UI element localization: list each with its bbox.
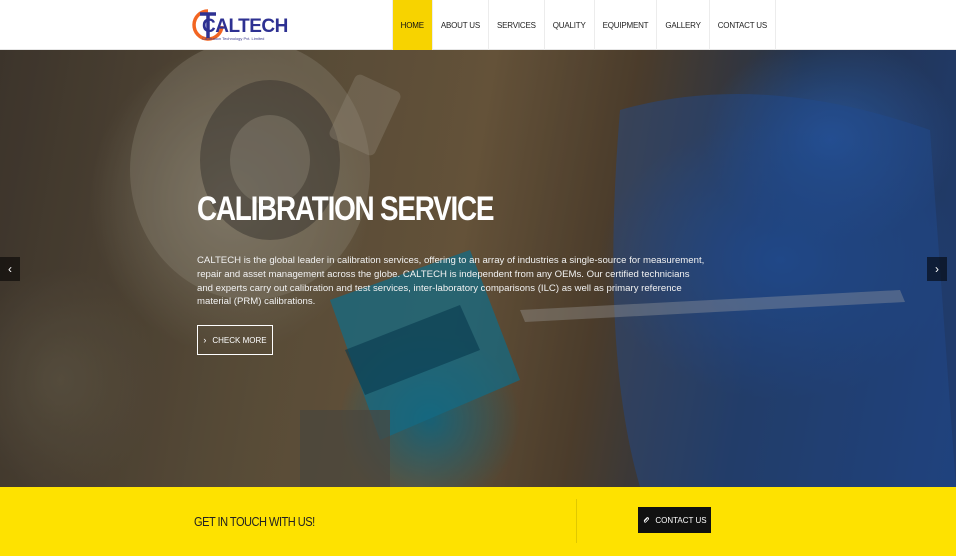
check-more-button[interactable]: › CHECK MORE <box>197 325 273 355</box>
hero-slider: CALIBRATION SERVICE CALTECH is the globa… <box>0 50 956 487</box>
main-nav: HOME ABOUT US SERVICES QUALITY EQUIPMENT… <box>391 0 776 50</box>
hero-description: CALTECH is the global leader in calibrat… <box>197 255 705 308</box>
site-header: CALTECH Calibration Technology Pvt. Limi… <box>0 0 956 50</box>
nav-item-gallery[interactable]: GALLERY <box>656 0 708 50</box>
nav-item-quality[interactable]: QUALITY <box>543 0 594 50</box>
nav-item-contact-us[interactable]: CONTACT US <box>708 0 776 50</box>
contact-us-button[interactable]: CONTACT US <box>638 507 711 533</box>
cta-divider <box>576 499 577 543</box>
check-more-label: CHECK MORE <box>212 335 267 345</box>
chevron-right-icon: › <box>935 262 939 276</box>
chevron-left-icon: ‹ <box>8 262 12 276</box>
cta-heading: GET IN TOUCH WITH US! <box>194 514 315 529</box>
hero-title: CALIBRATION SERVICE <box>197 190 494 228</box>
contact-cta-band: GET IN TOUCH WITH US! CONTACT US <box>0 487 956 556</box>
contact-us-label: CONTACT US <box>655 515 707 525</box>
slider-prev-button[interactable]: ‹ <box>0 257 20 281</box>
logo-subtitle: Calibration Technology Pvt. Limited <box>202 36 265 41</box>
caltech-logo[interactable]: CALTECH Calibration Technology Pvt. Limi… <box>188 6 288 46</box>
logo-text: CALTECH <box>202 16 288 37</box>
slider-next-button[interactable]: › <box>927 257 947 281</box>
nav-item-home[interactable]: HOME <box>391 0 432 50</box>
nav-item-services[interactable]: SERVICES <box>488 0 544 50</box>
nav-item-about-us[interactable]: ABOUT US <box>431 0 488 50</box>
chevron-right-icon: › <box>203 335 207 345</box>
paperclip-icon <box>644 517 650 523</box>
nav-item-equipment[interactable]: EQUIPMENT <box>593 0 657 50</box>
